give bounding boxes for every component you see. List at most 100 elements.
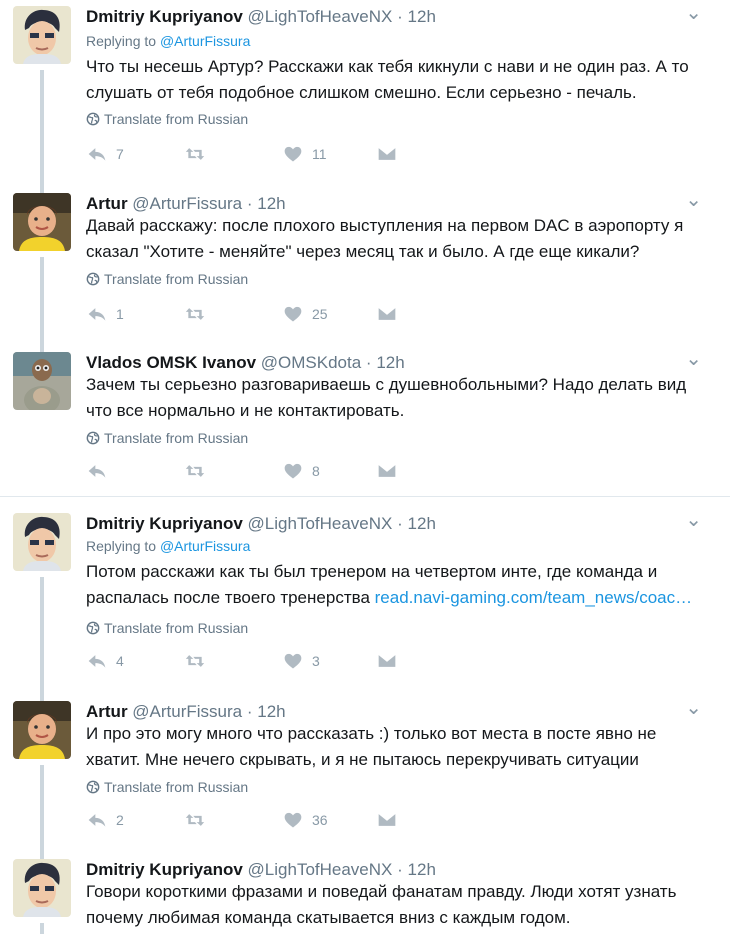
timestamp[interactable]: 12h: [257, 194, 285, 213]
username[interactable]: @LighTofHeaveNX: [248, 7, 393, 26]
tweet-text: Потом расскажи как ты был тренером на че…: [86, 559, 706, 611]
username[interactable]: @OMSKdota: [261, 353, 361, 372]
tweet-link[interactable]: read.navi-gaming.com/team_news/coac…: [375, 588, 692, 607]
avatar[interactable]: [13, 701, 71, 759]
globe-icon: [86, 431, 100, 445]
username[interactable]: @LighTofHeaveNX: [248, 860, 393, 879]
timestamp[interactable]: 12h: [376, 353, 404, 372]
like-button[interactable]: 8: [282, 461, 320, 481]
display-name[interactable]: Dmitriy Kupriyanov: [86, 860, 243, 879]
retweet-icon: [184, 304, 206, 324]
like-button[interactable]: 25: [282, 304, 328, 324]
thread-line: [40, 174, 44, 193]
timestamp[interactable]: 12h: [408, 860, 436, 879]
replying-to-link[interactable]: @ArturFissura: [160, 33, 250, 49]
reply-button[interactable]: [86, 461, 116, 481]
reply-button[interactable]: 2: [86, 810, 124, 830]
direct-message-button[interactable]: [376, 144, 398, 164]
reply-count: 7: [116, 146, 124, 162]
translate-link[interactable]: Translate from Russian: [86, 620, 248, 636]
like-count: 25: [312, 306, 328, 322]
envelope-icon: [376, 810, 398, 830]
separator-dot: ·: [397, 860, 403, 879]
like-button[interactable]: 11: [282, 144, 327, 164]
globe-icon: [86, 621, 100, 635]
retweet-icon: [184, 461, 206, 481]
display-name[interactable]: Artur: [86, 194, 128, 213]
translate-label: Translate from Russian: [104, 620, 249, 636]
tweet-header: Dmitriy Kupriyanov @LighTofHeaveNX · 12h: [86, 7, 436, 27]
display-name[interactable]: Dmitriy Kupriyanov: [86, 7, 243, 26]
globe-icon: [86, 112, 100, 126]
reply-button[interactable]: 7: [86, 144, 124, 164]
separator-dot: ·: [397, 7, 403, 26]
display-name[interactable]: Artur: [86, 702, 128, 721]
envelope-icon: [376, 651, 398, 671]
chevron-down-icon[interactable]: ⌄: [685, 187, 702, 212]
display-name[interactable]: Dmitriy Kupriyanov: [86, 514, 243, 533]
direct-message-button[interactable]: [376, 304, 398, 324]
replying-to: Replying to @ArturFissura: [86, 33, 250, 49]
translate-link[interactable]: Translate from Russian: [86, 111, 248, 127]
heart-icon: [282, 810, 304, 830]
display-name[interactable]: Vlados OMSK Ivanov: [86, 353, 256, 372]
chevron-down-icon[interactable]: ⌄: [685, 507, 702, 532]
avatar[interactable]: [13, 859, 71, 917]
chevron-down-icon[interactable]: ⌄: [685, 695, 702, 720]
like-count: 11: [312, 146, 327, 162]
heart-icon: [282, 144, 304, 164]
avatar[interactable]: [13, 513, 71, 571]
replying-to-label: Replying to: [86, 538, 157, 554]
translate-label: Translate from Russian: [104, 111, 249, 127]
timestamp[interactable]: 12h: [408, 7, 436, 26]
translate-label: Translate from Russian: [104, 779, 249, 795]
reply-count: 4: [116, 653, 124, 669]
reply-button[interactable]: 4: [86, 651, 124, 671]
translate-link[interactable]: Translate from Russian: [86, 430, 248, 446]
retweet-button[interactable]: [184, 144, 214, 164]
replying-to-label: Replying to: [86, 33, 157, 49]
separator-dot: ·: [246, 702, 253, 721]
heart-icon: [282, 304, 304, 324]
retweet-icon: [184, 651, 206, 671]
tweet-header: Vlados OMSK Ivanov @OMSKdota · 12h: [86, 353, 405, 373]
translate-label: Translate from Russian: [104, 430, 249, 446]
chevron-down-icon[interactable]: ⌄: [685, 346, 702, 371]
retweet-button[interactable]: [184, 810, 214, 830]
reply-icon: [86, 461, 108, 481]
username[interactable]: @ArturFissura: [132, 702, 242, 721]
direct-message-button[interactable]: [376, 461, 398, 481]
username[interactable]: @ArturFissura: [132, 194, 242, 213]
retweet-button[interactable]: [184, 461, 214, 481]
reply-icon: [86, 144, 108, 164]
envelope-icon: [376, 304, 398, 324]
chevron-down-icon[interactable]: ⌄: [685, 0, 702, 25]
username[interactable]: @LighTofHeaveNX: [248, 514, 393, 533]
translate-link[interactable]: Translate from Russian: [86, 779, 248, 795]
retweet-button[interactable]: [184, 651, 214, 671]
direct-message-button[interactable]: [376, 651, 398, 671]
replying-to-link[interactable]: @ArturFissura: [160, 538, 250, 554]
replying-to: Replying to @ArturFissura: [86, 538, 250, 554]
like-button[interactable]: 36: [282, 810, 328, 830]
reply-button[interactable]: 1: [86, 304, 124, 324]
thread-line: [40, 923, 44, 934]
tweet-actions: 2 36: [86, 810, 406, 832]
avatar[interactable]: [13, 352, 71, 410]
tweet-text: И про это могу много что рассказать :) т…: [86, 724, 657, 769]
translate-link[interactable]: Translate from Russian: [86, 271, 248, 287]
direct-message-button[interactable]: [376, 810, 398, 830]
reply-icon: [86, 304, 108, 324]
timestamp[interactable]: 12h: [408, 514, 436, 533]
timestamp[interactable]: 12h: [257, 702, 285, 721]
retweet-icon: [184, 810, 206, 830]
heart-icon: [282, 651, 304, 671]
conversation-divider: [0, 496, 730, 497]
avatar[interactable]: [13, 6, 71, 64]
retweet-button[interactable]: [184, 304, 214, 324]
tweet-text: Давай расскажу: после плохого выступлени…: [86, 216, 684, 261]
like-button[interactable]: 3: [282, 651, 320, 671]
reply-icon: [86, 651, 108, 671]
thread-line: [40, 577, 44, 695]
avatar[interactable]: [13, 193, 71, 251]
